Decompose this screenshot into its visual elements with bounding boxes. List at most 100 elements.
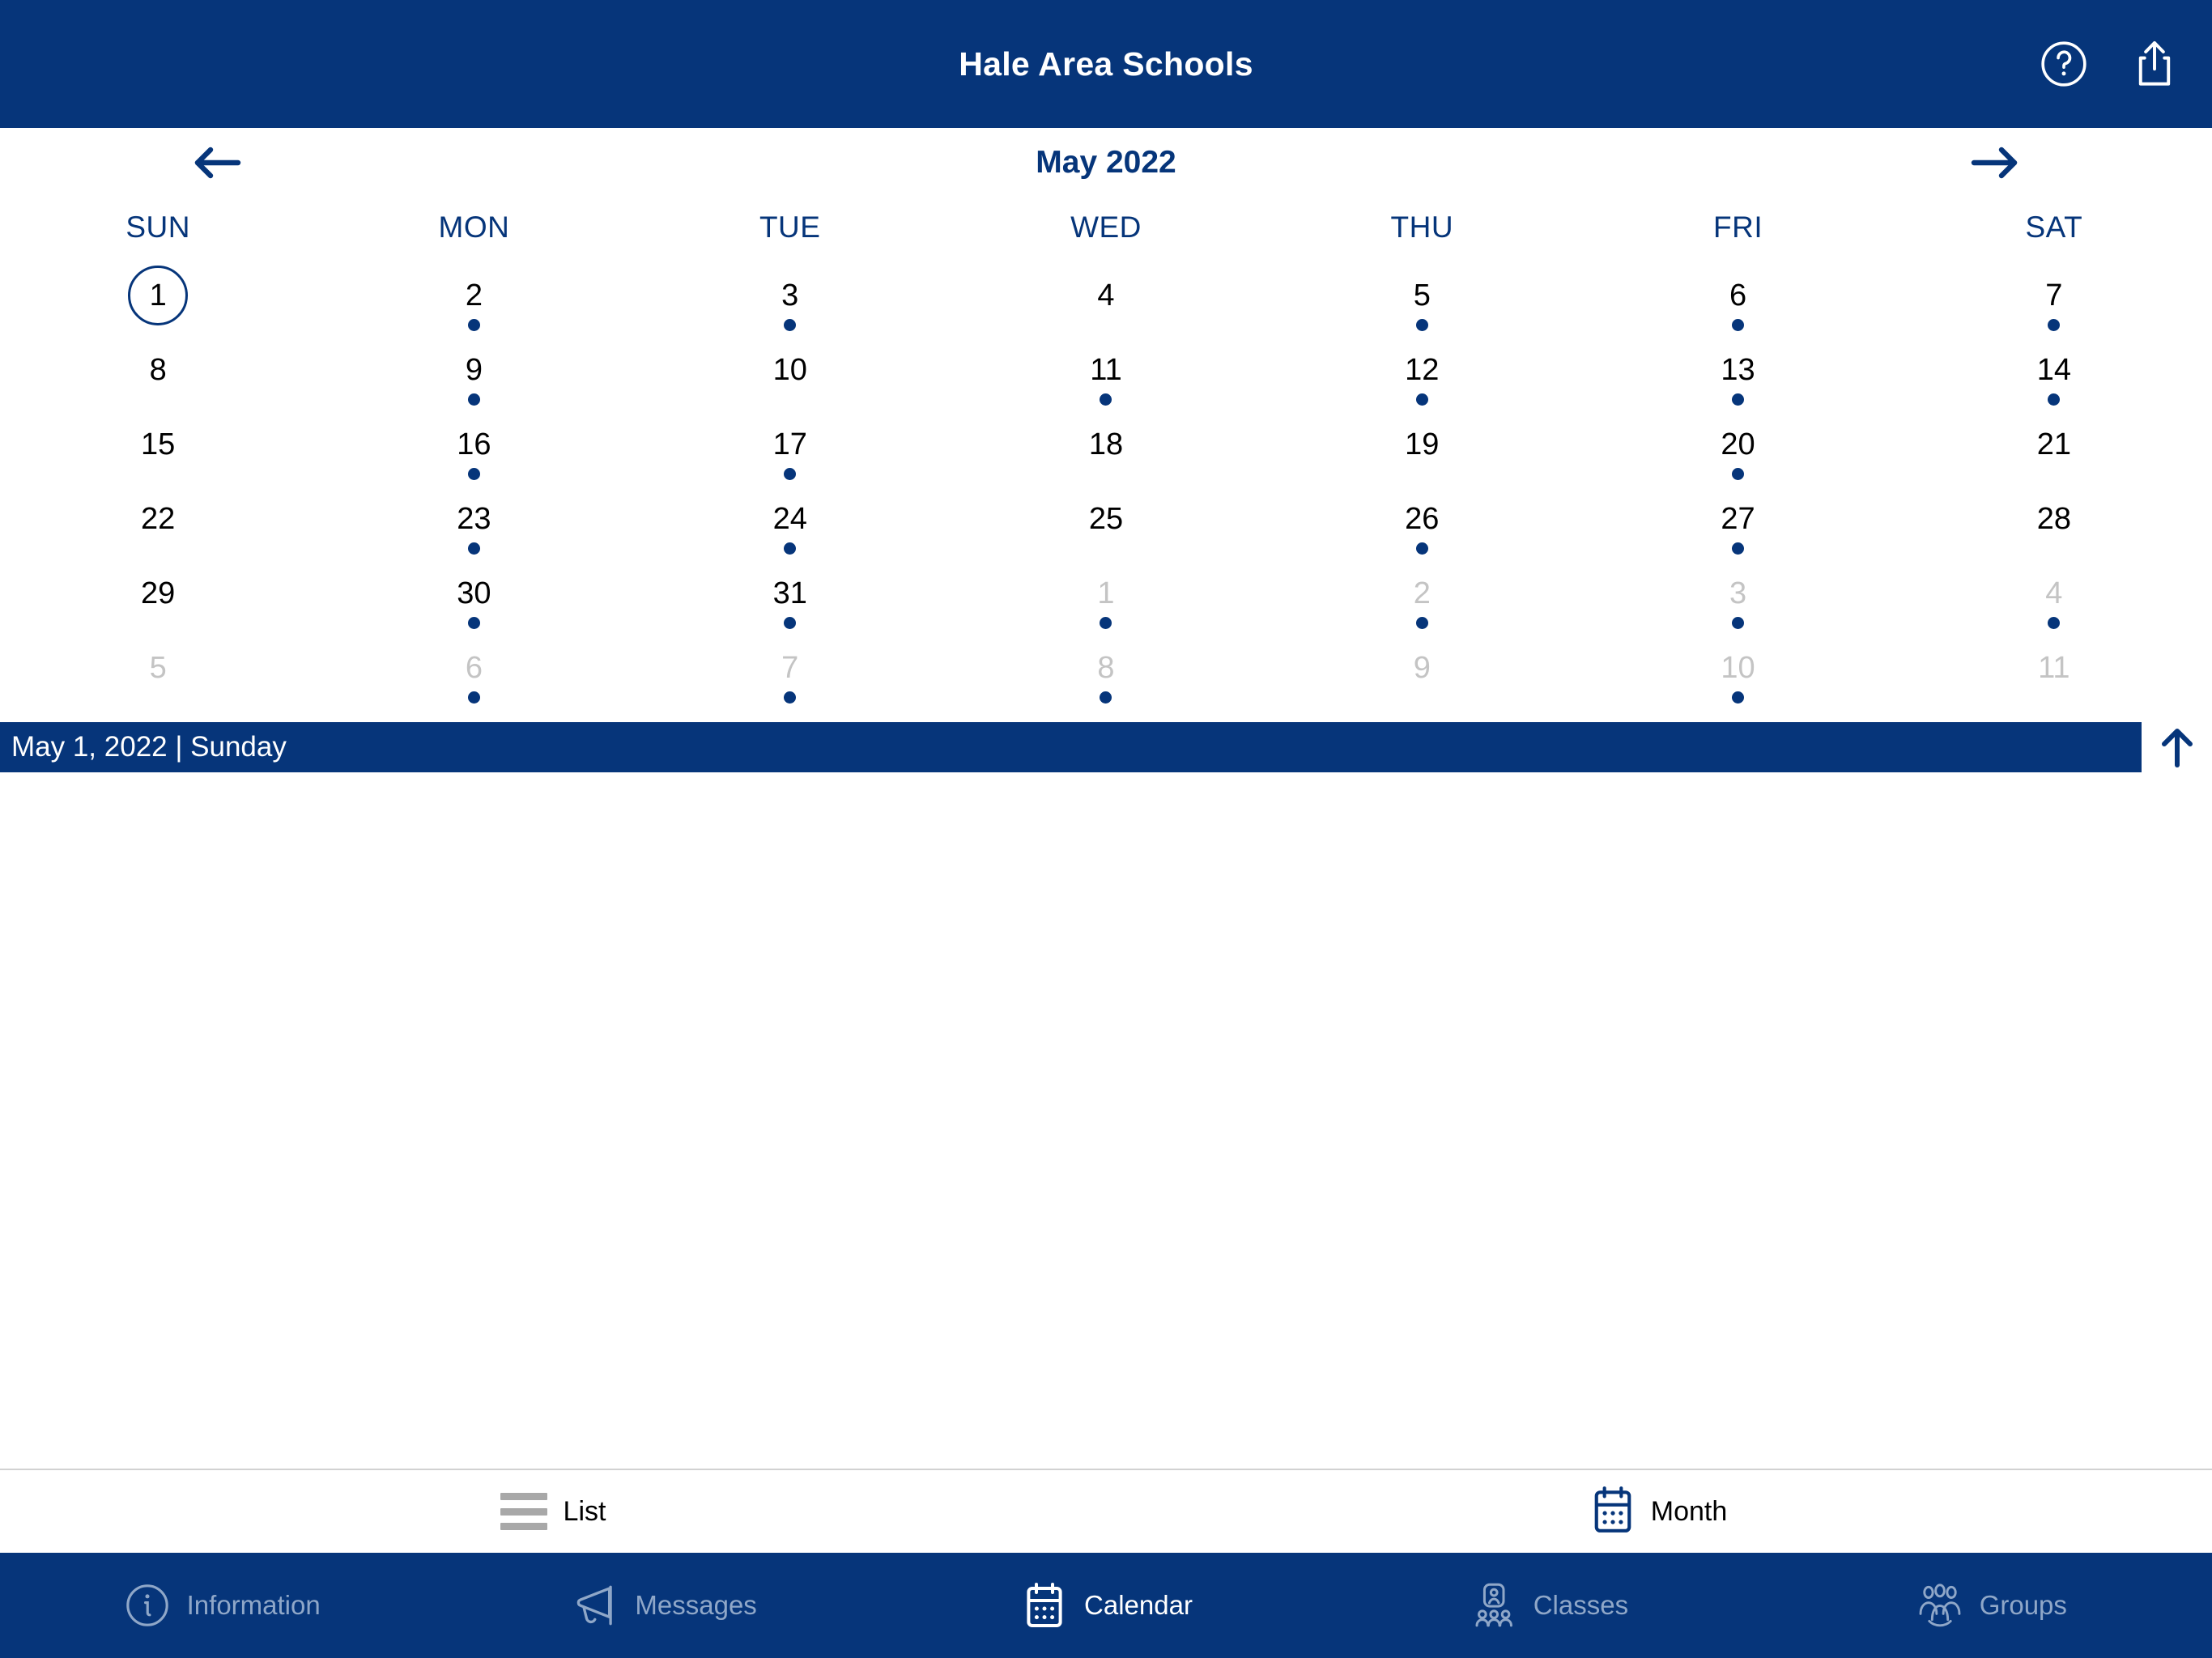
- month-day-grid: 1 2 3 4 5 6 7 8 9 10 11 12 13 14 15 16 17 18 19 20 21 22 23 24 2…: [0, 257, 2212, 709]
- selected-day-bar-row: May 1, 2022 | Sunday: [0, 722, 2212, 772]
- day-cell[interactable]: 6: [1580, 262, 1895, 337]
- day-cell[interactable]: 24: [632, 486, 948, 560]
- day-cell[interactable]: 4: [1896, 560, 2212, 635]
- day-cell[interactable]: 17: [632, 411, 948, 486]
- tab-groups[interactable]: Groups: [1770, 1580, 2212, 1630]
- day-cell[interactable]: 8: [0, 337, 316, 411]
- tab-information-label: Information: [186, 1590, 321, 1620]
- day-cell[interactable]: 21: [1896, 411, 2212, 486]
- day-cell[interactable]: 8: [948, 635, 1264, 709]
- day-number: 27: [1721, 502, 1755, 536]
- weekday-label-mon: MON: [438, 210, 510, 244]
- tab-information[interactable]: Information: [0, 1580, 442, 1630]
- event-indicator-dot: [2048, 319, 2061, 331]
- day-cell[interactable]: 10: [1580, 635, 1895, 709]
- day-cell[interactable]: 31: [632, 560, 948, 635]
- calendar-month-header: May 2022: [0, 128, 2212, 198]
- day-cell[interactable]: 3: [1580, 560, 1895, 635]
- day-cell[interactable]: 22: [0, 486, 316, 560]
- next-month-button[interactable]: [1963, 134, 2027, 191]
- day-cell[interactable]: 2: [316, 262, 632, 337]
- day-cell[interactable]: 28: [1896, 486, 2212, 560]
- day-cell[interactable]: 29: [0, 560, 316, 635]
- day-cell[interactable]: 30: [316, 560, 632, 635]
- day-number: 16: [457, 427, 491, 461]
- event-indicator-dot: [1732, 617, 1745, 629]
- day-cell[interactable]: 1: [0, 262, 316, 337]
- tab-messages[interactable]: Messages: [442, 1580, 884, 1630]
- day-cell[interactable]: 13: [1580, 337, 1895, 411]
- day-number: 28: [2036, 502, 2071, 536]
- day-cell[interactable]: 9: [1264, 635, 1580, 709]
- day-cell[interactable]: 16: [316, 411, 632, 486]
- day-cell[interactable]: 7: [632, 635, 948, 709]
- day-cell[interactable]: 5: [0, 635, 316, 709]
- event-indicator-dot: [467, 319, 480, 331]
- day-number: 15: [141, 427, 176, 461]
- event-indicator-dot: [784, 468, 797, 480]
- day-cell[interactable]: 23: [316, 486, 632, 560]
- day-cell[interactable]: 26: [1264, 486, 1580, 560]
- day-cell[interactable]: 12: [1264, 337, 1580, 411]
- share-icon: [2138, 40, 2171, 86]
- tab-classes[interactable]: Classes: [1327, 1580, 1769, 1630]
- share-button[interactable]: [2131, 38, 2178, 90]
- event-indicator-dot: [784, 691, 797, 704]
- day-cell[interactable]: 5: [1264, 262, 1580, 337]
- day-cell[interactable]: 20: [1580, 411, 1895, 486]
- help-button[interactable]: [2039, 39, 2089, 89]
- day-cell[interactable]: 11: [948, 337, 1264, 411]
- day-cell[interactable]: 1: [948, 560, 1264, 635]
- event-indicator-dot: [1415, 617, 1428, 629]
- weekday-header-row: SUN MON TUE WED THU FRI SAT: [0, 198, 2212, 257]
- day-cell[interactable]: 10: [632, 337, 948, 411]
- weekday-label-wed: WED: [1070, 210, 1142, 244]
- day-number: 21: [2036, 427, 2071, 461]
- tab-groups-label: Groups: [1979, 1590, 2067, 1620]
- day-cell[interactable]: 7: [1896, 262, 2212, 337]
- event-indicator-dot: [1415, 393, 1428, 406]
- view-switch-list[interactable]: List: [0, 1493, 1106, 1530]
- day-cell[interactable]: 27: [1580, 486, 1895, 560]
- day-cell[interactable]: 2: [1264, 560, 1580, 635]
- top-bar-actions: [2039, 38, 2178, 90]
- day-cell[interactable]: 14: [1896, 337, 2212, 411]
- event-indicator-dot: [1732, 393, 1745, 406]
- day-number: 6: [1729, 278, 1747, 312]
- day-cell[interactable]: 9: [316, 337, 632, 411]
- day-cell[interactable]: 25: [948, 486, 1264, 560]
- arrow-right-icon: [1971, 147, 2018, 179]
- day-cell[interactable]: 4: [948, 262, 1264, 337]
- day-cell[interactable]: 15: [0, 411, 316, 486]
- day-number: 8: [1097, 651, 1115, 685]
- selected-day-bar[interactable]: May 1, 2022 | Sunday: [0, 722, 2142, 772]
- day-cell[interactable]: 18: [948, 411, 1264, 486]
- day-number: 14: [2036, 353, 2071, 387]
- event-indicator-dot: [1732, 691, 1745, 704]
- day-cell[interactable]: 11: [1896, 635, 2212, 709]
- tab-calendar[interactable]: Calendar: [885, 1580, 1327, 1630]
- info-circle-icon: [122, 1580, 172, 1630]
- weekday-label-tue: TUE: [759, 210, 821, 244]
- view-switch-list-label: List: [563, 1495, 606, 1527]
- day-number: 31: [772, 576, 807, 610]
- month-year-label: May 2022: [1036, 145, 1176, 180]
- weekday-label-sat: SAT: [2025, 210, 2083, 244]
- collapse-events-button[interactable]: [2142, 722, 2212, 772]
- view-switch-month[interactable]: Month: [1106, 1485, 2212, 1539]
- tab-classes-label: Classes: [1533, 1590, 1629, 1620]
- day-number: 20: [1721, 427, 1755, 461]
- event-indicator-dot: [467, 393, 480, 406]
- day-number: 8: [149, 353, 167, 387]
- day-cell[interactable]: 6: [316, 635, 632, 709]
- event-indicator-dot: [784, 319, 797, 331]
- day-number: 10: [1721, 651, 1755, 685]
- day-cell[interactable]: 3: [632, 262, 948, 337]
- event-indicator-dot: [2048, 617, 2061, 629]
- event-indicator-dot: [1732, 319, 1745, 331]
- day-number: 13: [1721, 353, 1755, 387]
- event-indicator-dot: [784, 617, 797, 629]
- day-cell[interactable]: 19: [1264, 411, 1580, 486]
- previous-month-button[interactable]: [185, 134, 249, 191]
- day-number: 4: [1097, 278, 1115, 312]
